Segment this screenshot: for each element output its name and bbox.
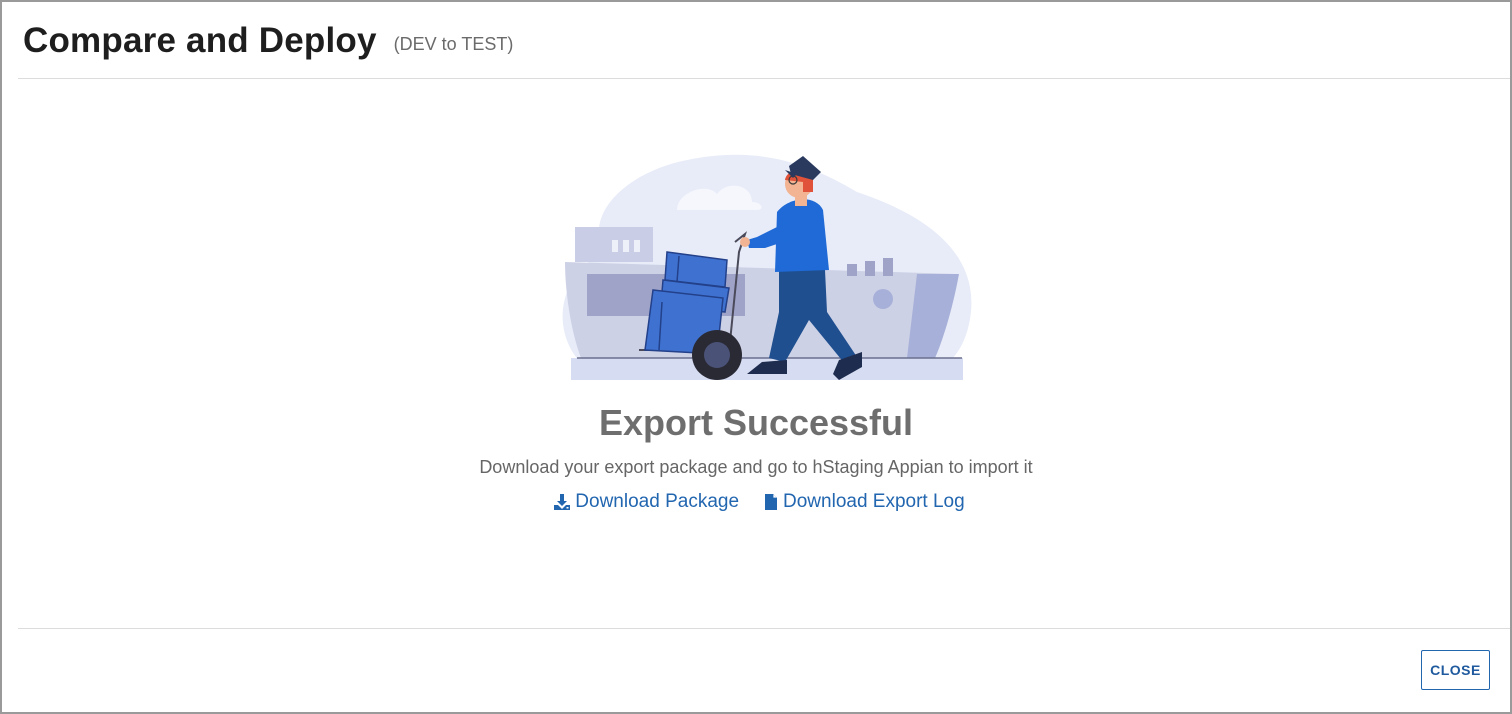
- environment-subtitle: (DEV to TEST): [393, 34, 514, 54]
- export-status-heading: Export Successful: [598, 402, 914, 443]
- file-icon: [763, 493, 779, 511]
- dialog-title: Compare and Deploy: [23, 20, 377, 60]
- download-links: Download Package Download Export Log: [2, 491, 1510, 513]
- download-package-link[interactable]: Download Package: [553, 491, 739, 513]
- delivery-illustration: [557, 152, 977, 384]
- close-button[interactable]: CLOSE: [1421, 650, 1490, 690]
- footer-divider: [18, 628, 1510, 629]
- header-divider: [18, 78, 1510, 79]
- dialog: Compare and Deploy (DEV to TEST) Export …: [0, 0, 1512, 714]
- download-export-log-label: Download Export Log: [783, 491, 965, 512]
- download-icon: [553, 493, 571, 511]
- dialog-header: Compare and Deploy (DEV to TEST): [2, 2, 1510, 79]
- download-export-log-link[interactable]: Download Export Log: [763, 491, 965, 513]
- download-package-label: Download Package: [575, 491, 740, 512]
- export-instructions: Download your export package and go to h…: [479, 457, 1033, 477]
